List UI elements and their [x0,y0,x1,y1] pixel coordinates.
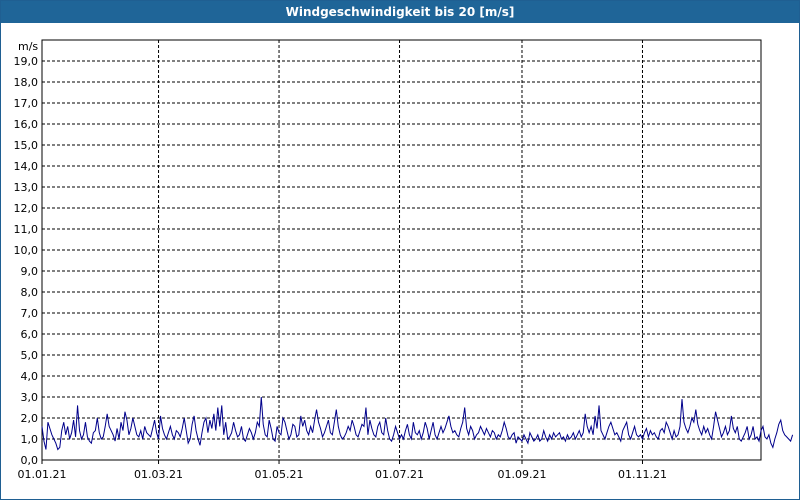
y-tick-label: 13,0 [14,181,39,194]
y-tick-label: 11,0 [14,223,39,236]
y-tick-label: 5,0 [21,349,39,362]
y-tick-label: 12,0 [14,202,39,215]
y-tick-label: 2,0 [21,412,39,425]
x-tick-label: 01.11.21 [618,468,667,481]
x-tick-label: 01.05.21 [255,468,304,481]
y-tick-label: 8,0 [21,286,39,299]
y-tick-label: 17,0 [14,97,39,110]
y-tick-label: 18,0 [14,76,39,89]
y-tick-label: 7,0 [21,307,39,320]
y-tick-label: 3,0 [21,391,39,404]
y-tick-label: 15,0 [14,139,39,152]
chart-canvas: 0,0 1,0 2,0 3,0 4,0 5,0 6,0 7,0 8,0 9,0 10,0 11,0 12… [14,39,794,481]
y-axis-label: m/s [18,40,38,53]
y-tick-label: 9,0 [21,265,39,278]
y-tick-label: 19,0 [14,55,39,68]
y-tick-label: 14,0 [14,160,39,173]
x-tick-label: 01.03.21 [134,468,183,481]
x-axis-ticks: 01.01.21 01.03.21 01.05.21 01.07.21 01.09.21… [18,460,667,481]
x-tick-label: 01.07.21 [375,468,424,481]
x-tick-label: 01.01.21 [18,468,67,481]
x-tick-label: 01.09.21 [497,468,546,481]
y-tick-label: 16,0 [14,118,39,131]
y-tick-label: 6,0 [21,328,39,341]
y-tick-label: 1,0 [21,433,39,446]
y-axis-ticks: 0,0 1,0 2,0 3,0 4,0 5,0 6,0 7,0 8,0 9,0 10,0 11,0 12… [14,55,39,467]
y-tick-label: 10,0 [14,244,39,257]
y-tick-label: 0,0 [21,454,39,467]
y-tick-label: 4,0 [21,370,39,383]
